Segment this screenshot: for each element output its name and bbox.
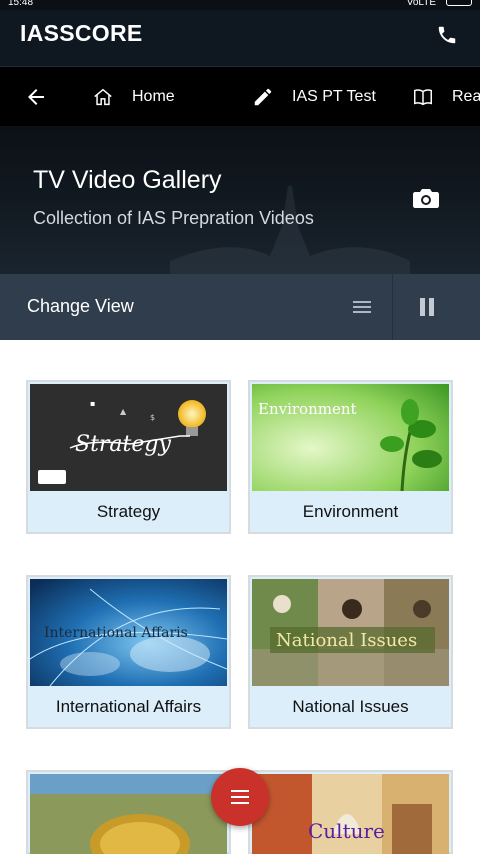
national-issues-thumb-text: National Issues	[276, 630, 417, 651]
grid-view-button[interactable]	[393, 274, 460, 340]
nav-item-label: Rea	[452, 88, 480, 105]
card-caption: National Issues	[292, 697, 409, 716]
strategy-thumbnail: Strategy ▪ ▲ $	[30, 384, 227, 491]
card-caption: International Affairs	[55, 697, 202, 716]
nav-item-label: Home	[132, 88, 175, 105]
culture-thumbnail: Culture	[252, 774, 449, 854]
environment-thumbnail: Environment	[252, 384, 449, 491]
nav-bar: Home IAS PT Test Rea	[0, 66, 480, 126]
nav-item-label: IAS PT Test	[292, 88, 376, 105]
card-caption: Environment	[302, 502, 399, 521]
gallery-card-economy[interactable]	[26, 770, 231, 854]
status-time: 15:48	[8, 0, 34, 8]
menu-icon	[231, 790, 249, 804]
svg-text:▲: ▲	[120, 407, 127, 416]
phone-icon[interactable]	[436, 24, 458, 46]
pencil-icon	[254, 88, 272, 106]
grid-view-icon	[419, 298, 434, 316]
page-title: TV Video Gallery	[33, 166, 222, 194]
gallery-card-international-affairs[interactable]: International Affaris International Affa…	[26, 575, 231, 729]
international-affairs-thumb-text: International Affaris	[44, 625, 188, 641]
back-arrow-icon[interactable]	[24, 85, 48, 109]
app-brand: IASSCORE	[20, 20, 143, 46]
culture-thumb-text: Culture	[308, 819, 385, 843]
list-view-button[interactable]	[332, 274, 392, 340]
svg-text:▪: ▪	[90, 399, 95, 408]
gallery-card-environment[interactable]: Environment Environment	[248, 380, 453, 534]
status-network: VoLTE	[406, 0, 436, 8]
home-icon	[94, 88, 112, 106]
change-view-bar: Change View	[0, 274, 480, 340]
nav-item-read[interactable]: Rea	[412, 67, 480, 126]
environment-thumb-text: Environment	[258, 400, 357, 418]
card-caption: Strategy	[96, 502, 161, 521]
status-bar: 15:48 VoLTE	[0, 0, 480, 10]
page-subtitle: Collection of IAS Prepration Videos	[33, 208, 314, 228]
nav-item-home[interactable]: Home	[92, 67, 175, 126]
gallery-card-culture[interactable]: Culture	[248, 770, 453, 854]
battery-icon	[446, 0, 472, 6]
economy-thumbnail	[30, 774, 227, 854]
gallery-card-strategy[interactable]: Strategy ▪ ▲ $ Strategy	[26, 380, 231, 534]
app-header: IASSCORE	[0, 10, 480, 66]
svg-text:$: $	[150, 413, 155, 422]
list-view-icon	[353, 301, 371, 313]
menu-fab-button[interactable]	[211, 768, 269, 826]
book-icon	[414, 89, 432, 106]
gallery-card-national-issues[interactable]: National Issues National Issues	[248, 575, 453, 729]
nav-item-ias-pt-test[interactable]: IAS PT Test	[252, 67, 376, 126]
national-issues-thumbnail: National Issues	[252, 579, 449, 686]
hero-banner: TV Video Gallery Collection of IAS Prepr…	[0, 126, 480, 274]
camera-icon[interactable]	[412, 186, 440, 210]
change-view-label: Change View	[27, 296, 134, 316]
strategy-thumb-text: Strategy	[75, 432, 171, 457]
international-affairs-thumbnail: International Affaris	[30, 579, 227, 686]
